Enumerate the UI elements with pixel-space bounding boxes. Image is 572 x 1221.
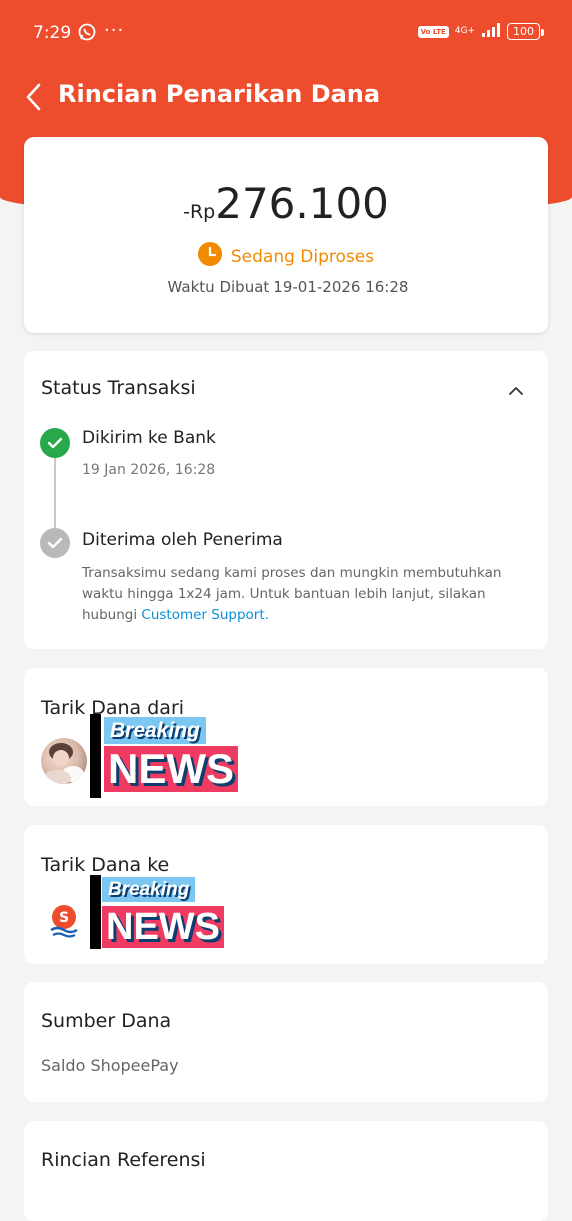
withdraw-to-title: Tarik Dana ke <box>41 854 170 876</box>
transaction-status-card: Status Transaksi Dikirim ke Bank 19 Jan … <box>24 351 548 649</box>
overlay-breaking-text: Breaking <box>102 877 196 902</box>
status-bar: 7:29 ··· Vo LTE 4G+ 100 <box>0 0 572 62</box>
volte-badge: Vo LTE <box>417 25 449 38</box>
pending-check-icon <box>40 528 70 558</box>
clock-icon <box>197 242 222 271</box>
chevron-up-icon[interactable] <box>508 381 524 400</box>
check-icon <box>40 428 70 458</box>
withdraw-amount: -Rp276.100 <box>24 179 548 228</box>
battery-indicator: 100 <box>507 23 544 40</box>
svg-text:S: S <box>59 910 69 926</box>
created-time: Waktu Dibuat 19-01-2026 16:28 <box>24 278 548 296</box>
more-notifications-icon: ··· <box>104 20 125 41</box>
overlay-bar <box>90 714 101 798</box>
step-received-description: Transaksimu sedang kami proses dan mungk… <box>82 563 532 626</box>
shopeepay-icon: S <box>49 903 79 939</box>
withdraw-to-card: Tarik Dana ke S Breaking NEWS <box>24 825 548 964</box>
created-value: 19-01-2026 16:28 <box>273 278 409 296</box>
back-icon[interactable] <box>24 82 44 116</box>
app-header: Rincian Penarikan Dana <box>0 68 572 124</box>
overlay-breaking-text: Breaking <box>104 717 206 744</box>
overlay-news-text: NEWS <box>104 746 238 792</box>
processing-label: Sedang Diproses <box>230 246 375 267</box>
signal-icon <box>481 22 501 41</box>
whatsapp-icon <box>78 23 96 45</box>
source-title: Sumber Dana <box>41 1010 172 1032</box>
reference-card: Rincian Referensi <box>24 1121 548 1221</box>
reference-title: Rincian Referensi <box>41 1149 206 1171</box>
status-time: 7:29 <box>33 23 72 43</box>
step-sent-title: Dikirim ke Bank <box>82 428 216 448</box>
step-sent-time: 19 Jan 2026, 16:28 <box>82 462 216 478</box>
page-title: Rincian Penarikan Dana <box>58 80 381 108</box>
processing-status: Sedang Diproses <box>24 242 548 271</box>
transaction-status-title: Status Transaksi <box>41 377 196 399</box>
amount-prefix: -Rp <box>183 201 216 223</box>
withdraw-from-title: Tarik Dana dari <box>41 697 185 719</box>
account-avatar <box>41 738 87 784</box>
created-label: Waktu Dibuat <box>167 278 270 296</box>
withdraw-from-card: Tarik Dana dari Breaking NEWS <box>24 668 548 806</box>
overlay-news-text: NEWS <box>102 906 224 948</box>
overlay-bar <box>90 875 101 949</box>
network-type: 4G+ <box>454 26 475 36</box>
step-received-title: Diterima oleh Penerima <box>82 530 283 550</box>
source-value: Saldo ShopeePay <box>41 1056 179 1075</box>
source-card: Sumber Dana Saldo ShopeePay <box>24 982 548 1102</box>
amount-value: 276.100 <box>215 179 389 228</box>
amount-card: -Rp276.100 Sedang Diproses Waktu Dibuat 1… <box>24 137 548 333</box>
customer-support-link[interactable]: Customer Support. <box>141 607 269 623</box>
